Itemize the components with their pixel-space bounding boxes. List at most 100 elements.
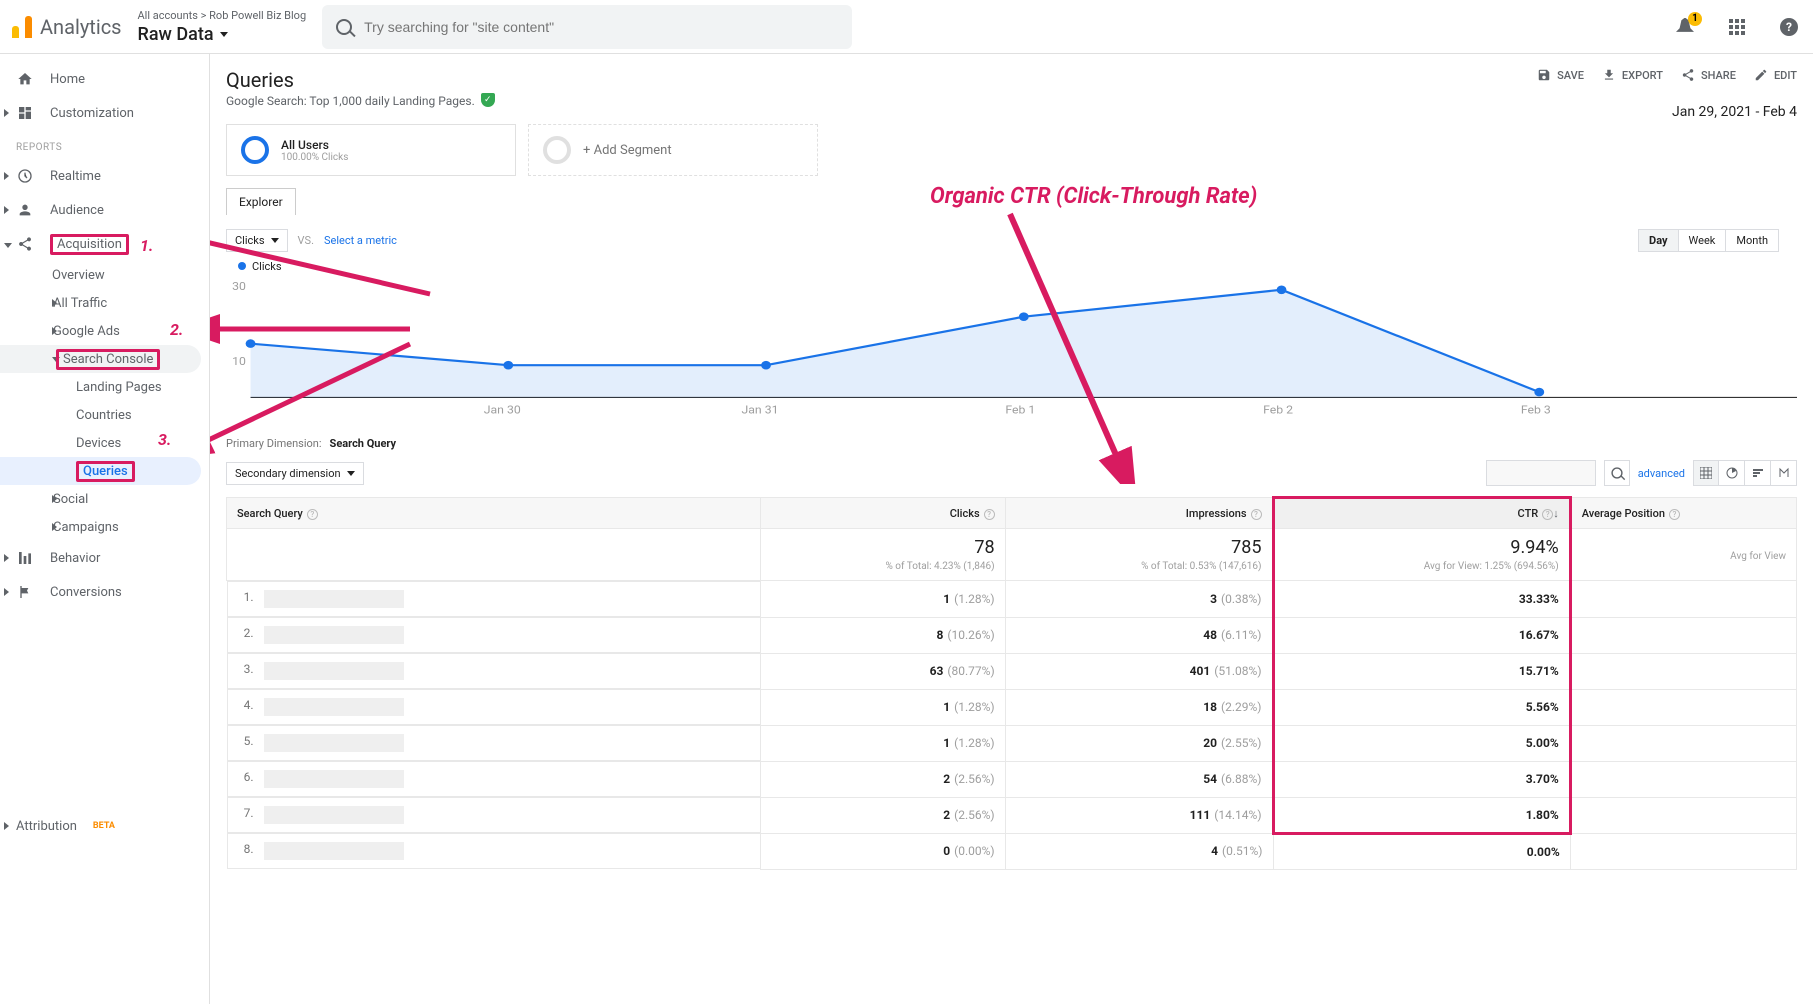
nav-sc-queries[interactable]: Queries xyxy=(0,457,201,485)
chevron-right-icon xyxy=(4,822,9,830)
date-range[interactable]: Jan 29, 2021 - Feb 4 xyxy=(1672,104,1797,120)
search-box[interactable] xyxy=(322,5,852,49)
redacted-query xyxy=(264,770,404,788)
svg-text:Jan 30: Jan 30 xyxy=(484,403,521,416)
property-name: Raw Data xyxy=(138,24,214,45)
person-icon xyxy=(16,201,34,219)
help-button[interactable]: ? xyxy=(1777,15,1801,39)
save-button[interactable]: SAVE xyxy=(1537,68,1584,82)
nav-acquisition[interactable]: Acquisition xyxy=(0,227,209,261)
search-input[interactable] xyxy=(364,19,838,35)
share-button[interactable]: SHARE xyxy=(1681,68,1736,82)
svg-text:10: 10 xyxy=(232,355,246,368)
notifications-button[interactable]: 1 xyxy=(1673,15,1697,39)
select-metric-link[interactable]: Select a metric xyxy=(324,234,397,247)
nav-realtime[interactable]: Realtime xyxy=(0,159,209,193)
apps-button[interactable] xyxy=(1725,15,1749,39)
nav-acq-campaigns[interactable]: Campaigns xyxy=(0,513,209,541)
tab-explorer[interactable]: Explorer xyxy=(226,188,296,215)
col-ctr[interactable]: CTR?↓ xyxy=(1273,498,1570,529)
table-row[interactable]: 8.0(0.00%)4(0.51%)0.00% xyxy=(227,833,1797,869)
view-pivot-button[interactable] xyxy=(1771,460,1797,486)
nav-home[interactable]: Home xyxy=(0,62,209,96)
segment-ring-placeholder-icon xyxy=(543,136,571,164)
view-pie-button[interactable] xyxy=(1719,460,1745,486)
caret-down-icon xyxy=(271,238,279,243)
apps-grid-icon xyxy=(1729,19,1745,35)
action-toolbar: SAVE EXPORT SHARE EDIT xyxy=(1537,68,1797,82)
redacted-query xyxy=(264,662,404,680)
add-segment-button[interactable]: + Add Segment xyxy=(528,124,818,176)
dashboard-icon xyxy=(16,104,34,122)
beta-badge: BETA xyxy=(93,821,115,831)
nav-customization[interactable]: Customization xyxy=(0,96,209,130)
nav-conversions[interactable]: Conversions xyxy=(0,575,209,609)
gran-month[interactable]: Month xyxy=(1725,230,1778,251)
page-title: Queries xyxy=(226,68,294,92)
table-row[interactable]: 1.1(1.28%)3(0.38%)33.33% xyxy=(227,581,1797,618)
svg-text:Feb 3: Feb 3 xyxy=(1521,403,1551,416)
table-row[interactable]: 2.8(10.26%)48(6.11%)16.67% xyxy=(227,617,1797,653)
table-row[interactable]: 3.63(80.77%)401(51.08%)15.71% xyxy=(227,653,1797,689)
nav-acq-search-console[interactable]: Search Console xyxy=(0,345,201,373)
svg-text:Jan 31: Jan 31 xyxy=(741,403,778,416)
behavior-icon xyxy=(16,549,34,567)
redacted-query xyxy=(264,626,404,644)
table-row[interactable]: 4.1(1.28%)18(2.29%)5.56% xyxy=(227,689,1797,725)
gran-day[interactable]: Day xyxy=(1639,230,1678,251)
line-chart: 30 10 Jan 30 Jan 31 Feb 1 Feb 2 Feb 3 xyxy=(226,279,1797,419)
verified-shield-icon: ✓ xyxy=(481,93,495,107)
table-row[interactable]: 6.2(2.56%)54(6.88%)3.70% xyxy=(227,761,1797,797)
share-icon xyxy=(16,235,34,253)
redacted-query xyxy=(264,806,404,824)
report-content: SAVE EXPORT SHARE EDIT Jan 29, 2021 - Fe… xyxy=(210,54,1813,1004)
col-impressions[interactable]: Impressions? xyxy=(1005,498,1273,529)
gran-week[interactable]: Week xyxy=(1678,230,1726,251)
view-bar-button[interactable] xyxy=(1745,460,1771,486)
advanced-filter-link[interactable]: advanced xyxy=(1638,467,1685,480)
redacted-query xyxy=(264,590,404,608)
nav-acq-google-ads[interactable]: Google Ads xyxy=(0,317,209,345)
nav-behavior[interactable]: Behavior xyxy=(0,541,209,575)
primary-dim-label: Primary Dimension: xyxy=(226,437,322,450)
granularity-toggle: Day Week Month xyxy=(1638,229,1779,252)
svg-text:Feb 1: Feb 1 xyxy=(1005,403,1035,416)
col-query[interactable]: Search Query? xyxy=(227,498,761,529)
nav-acq-all-traffic[interactable]: All Traffic xyxy=(0,289,209,317)
table-search-button[interactable] xyxy=(1604,460,1630,486)
chevron-right-icon xyxy=(4,172,9,180)
col-position[interactable]: Average Position? xyxy=(1570,498,1796,529)
nav-sc-landing[interactable]: Landing Pages xyxy=(0,373,209,401)
col-clicks[interactable]: Clicks? xyxy=(760,498,1005,529)
nav-attribution[interactable]: Attribution BETA xyxy=(0,809,209,843)
legend-dot-icon xyxy=(238,262,246,270)
export-button[interactable]: EXPORT xyxy=(1602,68,1663,82)
search-icon xyxy=(1611,467,1622,478)
property-selector[interactable]: All accounts > Rob Powell Biz Blog Raw D… xyxy=(138,9,307,45)
view-table-button[interactable] xyxy=(1693,460,1719,486)
table-row[interactable]: 7.2(2.56%)111(14.14%)1.80% xyxy=(227,797,1797,833)
chevron-right-icon xyxy=(4,588,9,596)
svg-text:Feb 2: Feb 2 xyxy=(1263,403,1294,416)
nav-acq-social[interactable]: Social xyxy=(0,485,209,513)
nav-sc-devices[interactable]: Devices xyxy=(0,429,209,457)
table-row[interactable]: 5.1(1.28%)20(2.55%)5.00% xyxy=(227,725,1797,761)
caret-down-icon xyxy=(220,32,228,37)
home-icon xyxy=(16,70,34,88)
edit-button[interactable]: EDIT xyxy=(1754,68,1797,82)
app-header: Analytics All accounts > Rob Powell Biz … xyxy=(0,0,1813,54)
caret-down-icon xyxy=(347,471,355,476)
chevron-right-icon xyxy=(4,109,9,117)
flag-icon xyxy=(16,583,34,601)
secondary-dim-dropdown[interactable]: Secondary dimension xyxy=(226,462,364,485)
clock-icon xyxy=(16,167,34,185)
table-search-input[interactable] xyxy=(1486,460,1596,486)
help-icon: ? xyxy=(1780,18,1798,36)
nav-sc-countries[interactable]: Countries xyxy=(0,401,209,429)
nav-acq-overview[interactable]: Overview xyxy=(0,261,209,289)
nav-audience[interactable]: Audience xyxy=(0,193,209,227)
sidebar-nav: Home Customization REPORTS Realtime Audi… xyxy=(0,54,210,1004)
metric-dropdown[interactable]: Clicks xyxy=(226,229,288,252)
segment-all-users[interactable]: All Users 100.00% Clicks xyxy=(226,124,516,176)
product-logo[interactable]: Analytics xyxy=(12,15,122,39)
